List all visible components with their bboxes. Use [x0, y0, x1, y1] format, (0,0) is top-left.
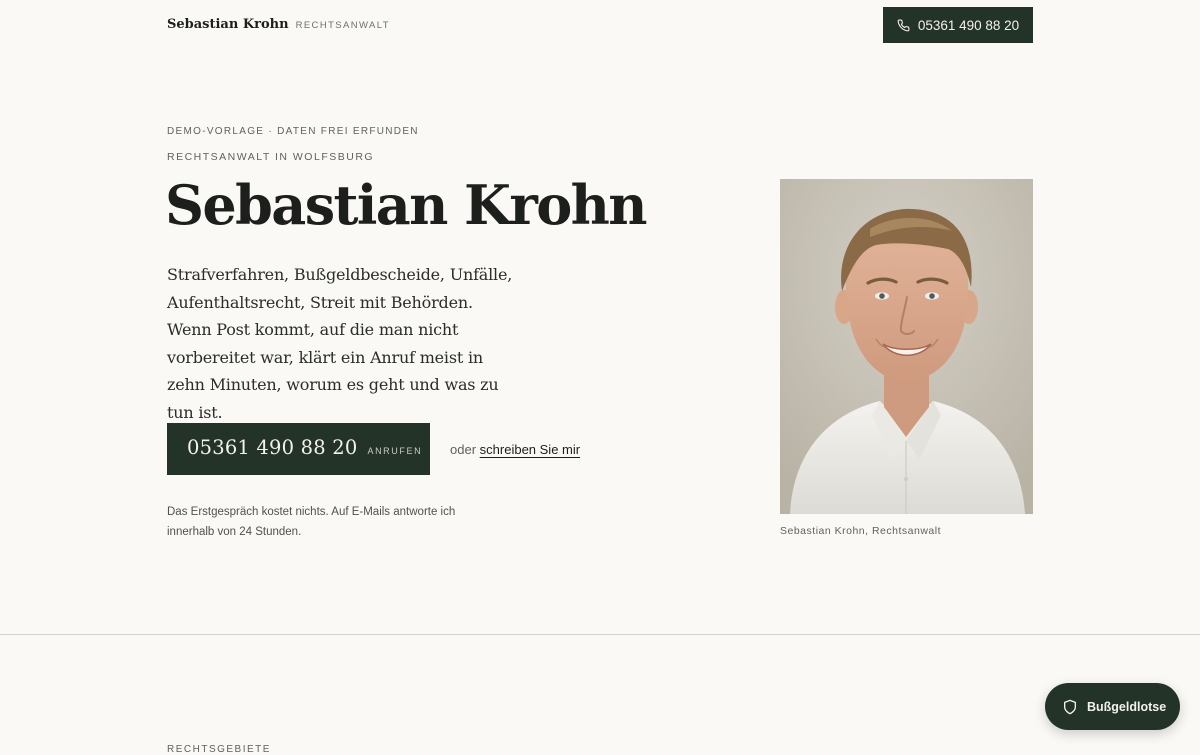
section-divider: [0, 634, 1200, 635]
phone-icon: [897, 19, 910, 31]
header-phone-number: 05361 490 88 20: [917, 17, 1020, 33]
location-kicker: RECHTSANWALT IN WOLFSBURG: [167, 151, 375, 163]
page-title: Sebastian Krohn: [165, 173, 648, 237]
header-phone-button[interactable]: 05361 490 88 20: [883, 7, 1033, 43]
bussgeldlotse-button[interactable]: Bußgeldlotse: [1045, 683, 1180, 730]
portrait-caption: Sebastian Krohn, Rechtsanwalt: [780, 525, 942, 537]
write-me-link[interactable]: schreiben Sie mir: [480, 442, 580, 457]
brand-name: Sebastian Krohn: [167, 17, 289, 32]
brand-subtitle: RECHTSANWALT: [295, 20, 390, 31]
portrait-photo: [780, 179, 1033, 514]
portrait-illustration: [780, 179, 1033, 514]
consultation-note: Das Erstgespräch kostet nichts. Auf E-Ma…: [167, 506, 456, 538]
call-button[interactable]: 05361 490 88 20 ANRUFEN: [167, 423, 430, 475]
alt-contact-prefix: oder: [450, 442, 477, 457]
call-button-number: 05361 490 88 20: [187, 436, 358, 459]
hero-lead: Strafverfahren, Bußgeldbescheide, Unfäll…: [167, 265, 513, 422]
alt-contact: oder schreiben Sie mir: [450, 442, 580, 457]
bussgeldlotse-label: Bußgeldlotse: [1087, 699, 1167, 714]
call-button-label: ANRUFEN: [367, 446, 423, 456]
brand[interactable]: Sebastian Krohn RECHTSANWALT: [167, 17, 390, 32]
demo-notice: DEMO-VORLAGE · DATEN FREI ERFUNDEN: [167, 126, 419, 137]
site-header: Sebastian Krohn RECHTSANWALT 05361 490 8…: [0, 0, 1200, 52]
shield-icon: [1064, 699, 1076, 714]
